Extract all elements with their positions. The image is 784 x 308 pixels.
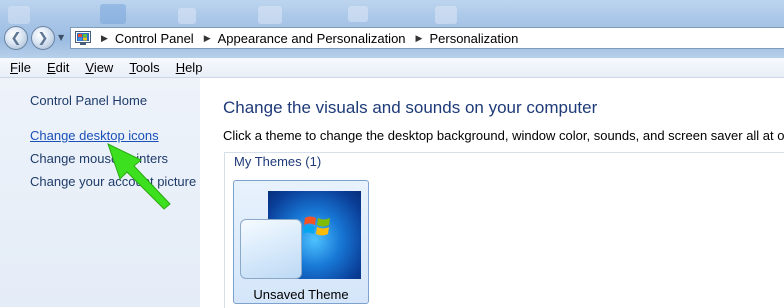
- breadcrumb-separator[interactable]: ▶: [204, 33, 211, 44]
- breadcrumb-separator[interactable]: ▶: [101, 33, 108, 44]
- menu-accesskey: V: [85, 60, 94, 75]
- menu-bar: File Edit View Tools Help: [0, 58, 784, 78]
- menu-tools[interactable]: Tools: [120, 60, 166, 75]
- menu-accesskey: E: [46, 60, 56, 75]
- background-desktop-icon: [178, 8, 196, 24]
- breadcrumb-control-panel[interactable]: Control Panel: [115, 31, 194, 46]
- control-panel-icon: [75, 31, 91, 45]
- theme-name: Unsaved Theme: [253, 287, 349, 302]
- menu-accesskey: T: [129, 60, 136, 75]
- menu-help[interactable]: Help: [167, 60, 210, 75]
- page-title: Change the visuals and sounds on your co…: [223, 98, 598, 117]
- back-button[interactable]: ❮: [4, 26, 28, 50]
- forward-icon: ❯: [37, 30, 49, 46]
- windows-logo-icon: [303, 216, 330, 236]
- theme-tile-unsaved[interactable]: Unsaved Theme: [233, 180, 369, 304]
- background-desktop-icon: [258, 6, 282, 24]
- recent-pages-dropdown[interactable]: ▼: [58, 33, 64, 42]
- menu-file[interactable]: File: [0, 60, 38, 75]
- menu-view[interactable]: View: [76, 60, 120, 75]
- menu-edit[interactable]: Edit: [38, 60, 76, 75]
- background-desktop-icon: [435, 6, 457, 24]
- background-desktop-icon: [348, 6, 368, 22]
- breadcrumb-appearance[interactable]: Appearance and Personalization: [218, 31, 406, 46]
- control-panel-home-link[interactable]: Control Panel Home: [30, 93, 147, 108]
- menu-accesskey: F: [10, 60, 18, 75]
- theme-window-color-preview: [240, 219, 302, 279]
- address-bar[interactable]: ▶ Control Panel ▶ Appearance and Persona…: [70, 27, 784, 49]
- green-arrow-annotation: [107, 143, 171, 210]
- menu-accesskey: H: [175, 60, 186, 75]
- my-themes-group-label: My Themes (1): [231, 154, 325, 169]
- background-desktop-icon: [100, 4, 126, 24]
- breadcrumb-separator[interactable]: ▶: [416, 33, 423, 44]
- background-desktop-icon: [8, 6, 30, 24]
- forward-button[interactable]: ❯: [31, 26, 55, 50]
- breadcrumb-personalization[interactable]: Personalization: [429, 31, 518, 46]
- window-title-bar: ❮ ❯ ▼ ▶ Control Panel ▶ Appearance and P…: [0, 0, 784, 58]
- back-icon: ❮: [10, 30, 22, 46]
- page-description: Click a theme to change the desktop back…: [223, 128, 784, 143]
